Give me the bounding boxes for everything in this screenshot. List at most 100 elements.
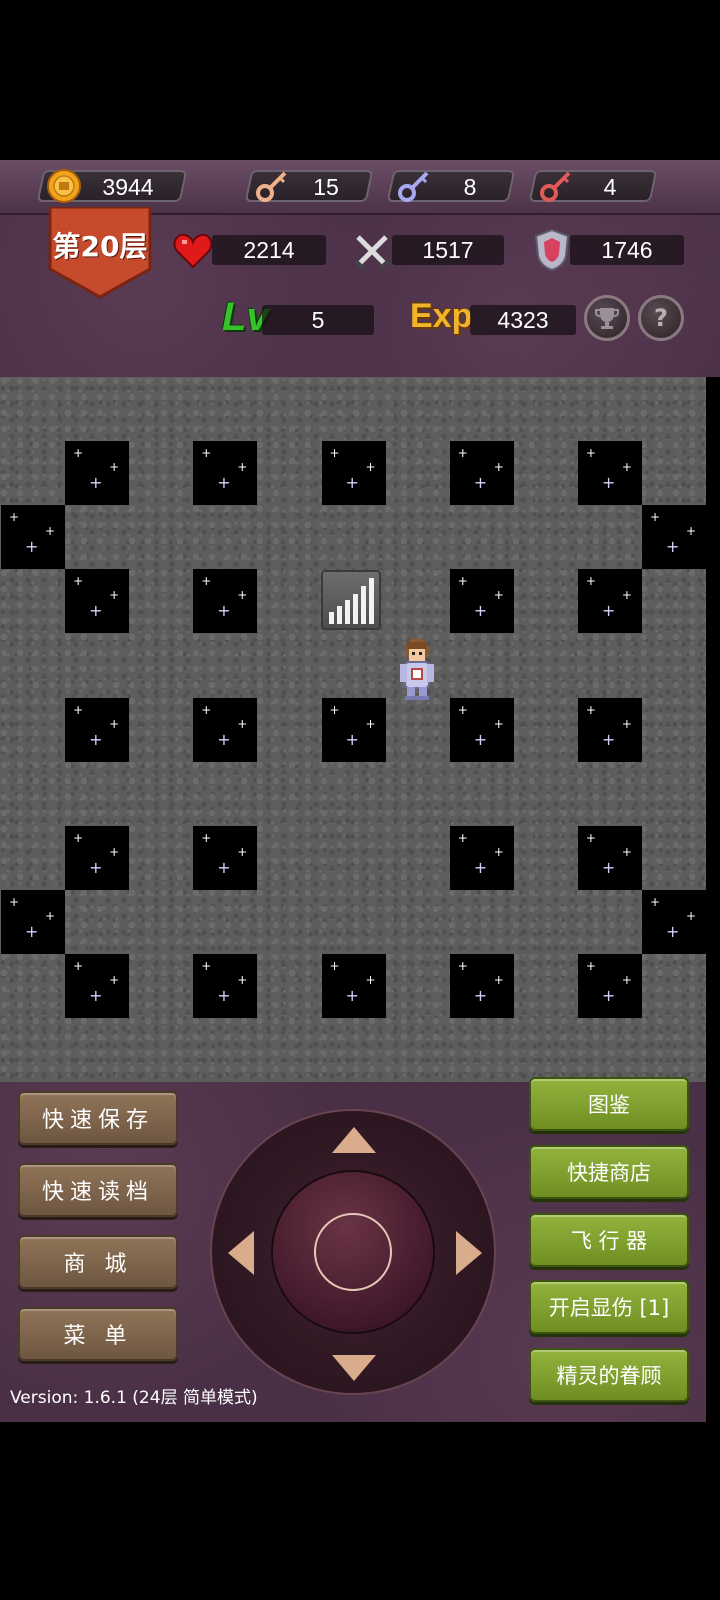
star-void-tile: + + + [193,569,258,634]
arrow-down-button[interactable] [332,1355,376,1381]
star-glyph: + [585,702,596,717]
star-glyph: + [473,729,488,749]
fly-button[interactable]: 飞 行 器 [529,1213,689,1267]
star-glyph: + [585,574,596,589]
star-glyph: + [345,985,359,1005]
star-glyph: + [73,702,84,717]
star-glyph: + [73,830,84,845]
upstairs-tile[interactable] [321,570,381,630]
star-void-tile: + + + [193,825,258,890]
version-label: Version: 1.6.1 (24层 简单模式) [10,1388,258,1408]
star-void-tile: + + + [321,697,386,762]
show-damage-button[interactable]: 开启显伤 [1] [529,1280,689,1334]
quick-save-button[interactable]: 快速保存 [18,1091,178,1145]
quick-shop-button[interactable]: 快捷商店 [529,1145,689,1199]
star-void-tile: + + + [449,569,514,634]
star-glyph: + [201,446,212,461]
star-glyph: + [89,601,103,621]
help-button[interactable]: ? [638,295,684,341]
star-glyph: + [601,729,616,749]
star-glyph: + [73,958,84,973]
star-glyph: + [73,574,84,589]
star-glyph: + [686,908,697,923]
crossed-swords-icon [350,229,394,273]
menu-button[interactable]: 菜 单 [18,1307,178,1361]
star-glyph: + [329,446,340,461]
blue-key-icon [394,166,434,206]
star-glyph: + [621,844,632,859]
star-glyph: + [666,537,680,557]
star-glyph: + [237,972,248,987]
star-glyph: + [25,537,39,557]
star-glyph: + [493,460,504,475]
star-glyph: + [585,958,596,973]
star-glyph: + [89,473,103,493]
star-glyph: + [237,716,248,731]
direction-pad[interactable] [210,1109,496,1395]
star-glyph: + [109,460,120,475]
exp-label: Exp [410,297,473,335]
star-glyph: + [89,985,103,1005]
dpad-center-ring [314,1213,392,1291]
game-map[interactable]: + + + + + + + + + + + + + + + + + + + + + + + + + + + + + + + + + + + + + + + +… [0,377,706,1082]
dpad-joystick[interactable] [273,1172,433,1332]
star-glyph: + [201,702,212,717]
star-glyph: + [621,460,632,475]
heart-icon [172,229,214,271]
star-glyph: + [201,574,212,589]
star-glyph: + [457,958,468,973]
arrow-right-button[interactable] [456,1231,482,1275]
star-glyph: + [493,716,504,731]
star-void-tile: + + + [65,825,130,890]
yellow-key-value: 15 [313,174,339,200]
arrow-up-button[interactable] [332,1127,376,1153]
arrow-left-button[interactable] [228,1231,254,1275]
star-void-tile: + + + [577,569,642,634]
game-screen: 3944 15 8 4 第20层 2214 1517 1746 Lv 5 Exp… [0,160,720,1440]
star-glyph: + [109,588,120,603]
star-glyph: + [601,601,616,621]
star-glyph: + [45,908,56,923]
star-void-tile: + + + [193,441,258,506]
star-glyph: + [666,921,680,941]
exp-value: 4323 [497,307,549,333]
star-glyph: + [217,601,231,621]
star-glyph: + [473,601,488,621]
star-void-tile: + + + [449,441,514,506]
star-glyph: + [686,524,697,539]
star-glyph: + [621,716,632,731]
star-glyph: + [457,702,468,717]
star-void-tile: + + + [65,441,130,506]
shop-button[interactable]: 商 城 [18,1235,178,1289]
star-void-tile: + + + [65,697,130,762]
red-key-value: 4 [603,174,617,200]
star-void-tile: + + + [449,697,514,762]
star-glyph: + [217,985,231,1005]
star-glyph: + [585,830,596,845]
star-glyph: + [650,894,661,909]
star-void-tile: + + + [449,825,514,890]
star-glyph: + [237,460,248,475]
quick-load-button[interactable]: 快速读档 [18,1163,178,1217]
star-glyph: + [329,958,340,973]
star-glyph: + [493,844,504,859]
star-glyph: + [217,473,231,493]
star-glyph: + [621,588,632,603]
spirit-blessing-button[interactable]: 精灵的眷顾 [529,1348,689,1402]
achievements-button[interactable] [584,295,630,341]
attack-value: 1517 [422,237,474,263]
star-glyph: + [9,894,20,909]
star-void-tile: + + + [642,889,706,954]
red-key-icon [536,166,576,206]
star-glyph: + [237,844,248,859]
star-glyph: + [217,857,231,877]
star-glyph: + [493,972,504,987]
star-glyph: + [473,985,488,1005]
star-glyph: + [473,857,488,877]
gold-value: 3944 [102,174,154,200]
blue-key-value: 8 [463,174,477,200]
yellow-key-icon [252,166,292,206]
star-void-tile: + + + [321,953,386,1018]
floor-label: 第20层 [52,230,148,263]
bestiary-button[interactable]: 图鉴 [529,1077,689,1131]
